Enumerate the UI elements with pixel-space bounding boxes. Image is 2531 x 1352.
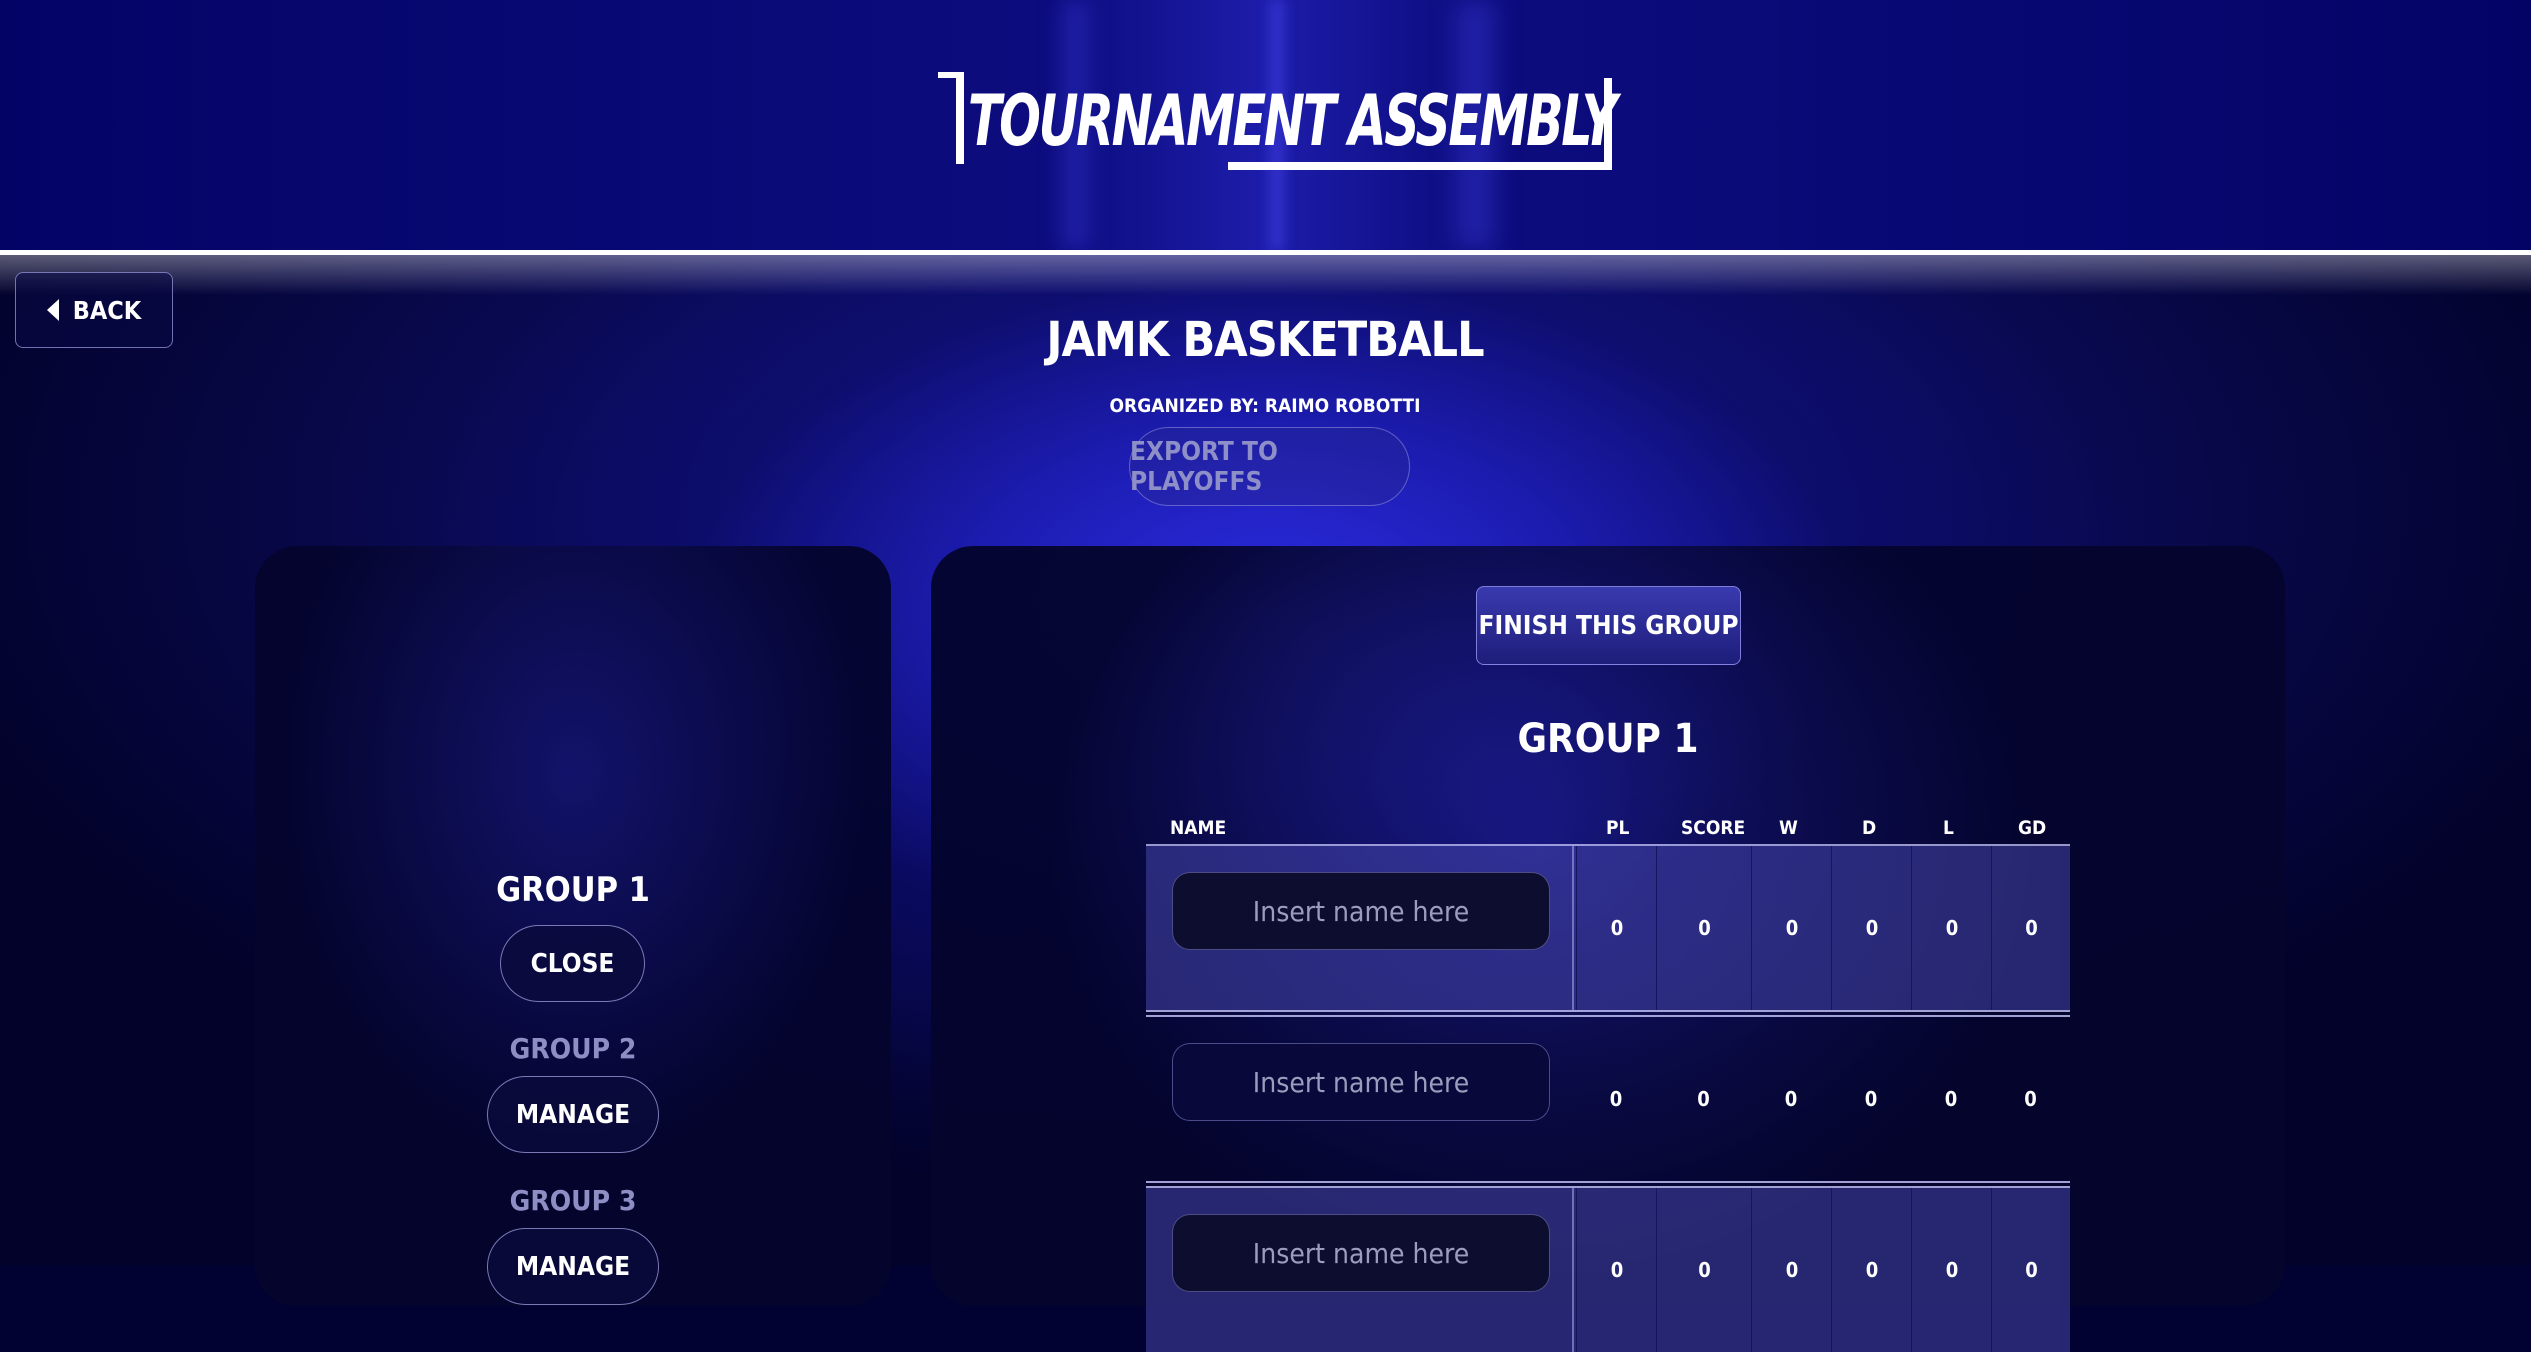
l-cell: 0 [1911,846,1992,1010]
column-header-l: L [1943,817,1954,839]
table-row: 0 0 0 0 0 0 [1146,846,2070,1010]
logo[interactable]: TOURNAMENT ASSEMBLY [938,72,1617,170]
team-name-input[interactable] [1172,1214,1550,1292]
groups-panel: GROUP 1 CLOSE GROUP 2 MANAGE GROUP 3 MAN… [255,546,891,1306]
team-name-input[interactable] [1172,872,1550,950]
d-cell: 0 [1831,846,1912,1010]
group-2-manage-button[interactable]: MANAGE [487,1076,659,1153]
column-header-d: D [1862,817,1877,839]
back-arrow-icon [46,299,59,321]
d-cell: 0 [1831,1188,1912,1352]
group-detail-panel: FINISH THIS GROUP GROUP 1 NAME PL SCORE … [931,546,2285,1352]
pl-cell: 0 [1576,846,1657,1010]
gd-cell: 0 [1991,846,2071,1010]
group-3-label: GROUP 3 [509,1184,637,1217]
score-cell: 0 [1697,1087,1710,1111]
column-header-pl: PL [1606,817,1630,839]
team-name-input[interactable] [1172,1043,1550,1121]
column-header-name: NAME [1170,817,1227,839]
column-header-w: W [1779,817,1798,839]
group-1-close-button[interactable]: CLOSE [500,925,645,1002]
column-header-score: SCORE [1681,817,1746,839]
logo-frame [956,72,964,164]
back-button[interactable]: BACK [15,272,173,348]
logo-text: TOURNAMENT ASSEMBLY [968,80,1617,162]
l-cell: 0 [1911,1188,1992,1352]
w-cell: 0 [1751,1188,1832,1352]
score-cell: 0 [1656,846,1752,1010]
column-header-gd: GD [2018,817,2047,839]
d-cell: 0 [1864,1087,1878,1111]
organizer-text: ORGANIZED BY: RAIMO ROBOTTI [1109,395,1421,417]
logo-frame [1228,162,1612,170]
pl-cell: 0 [1609,1087,1623,1111]
w-cell: 0 [1751,846,1832,1010]
pl-cell: 0 [1576,1188,1657,1352]
group-3-manage-button[interactable]: MANAGE [487,1228,659,1305]
app-header: TOURNAMENT ASSEMBLY [0,0,2531,250]
row-divider [1146,1181,2070,1188]
table-row: 0 0 0 0 0 0 [1146,1017,2070,1181]
tournament-title: JAMK BASKETBALL [1046,312,1484,368]
divider-glow [0,255,2531,295]
group-1-label: GROUP 1 [496,870,650,910]
gd-cell: 0 [2024,1087,2037,1111]
export-to-playoffs-button[interactable]: EXPORT TO PLAYOFFS [1129,427,1410,506]
group-title: GROUP 1 [1517,716,1699,762]
w-cell: 0 [1784,1087,1798,1111]
table-row: 0 0 0 0 0 0 [1146,1188,2070,1352]
finish-group-button[interactable]: FINISH THIS GROUP [1476,586,1741,665]
table-header: NAME PL SCORE W D L GD [1146,814,2070,846]
l-cell: 0 [1944,1087,1958,1111]
score-cell: 0 [1656,1188,1752,1352]
back-button-label: BACK [72,295,142,325]
standings-table: NAME PL SCORE W D L GD 0 0 0 0 0 0 0 0 0… [1146,814,2070,1352]
group-2-label: GROUP 2 [509,1032,637,1065]
gd-cell: 0 [1991,1188,2071,1352]
row-divider [1146,1010,2070,1017]
